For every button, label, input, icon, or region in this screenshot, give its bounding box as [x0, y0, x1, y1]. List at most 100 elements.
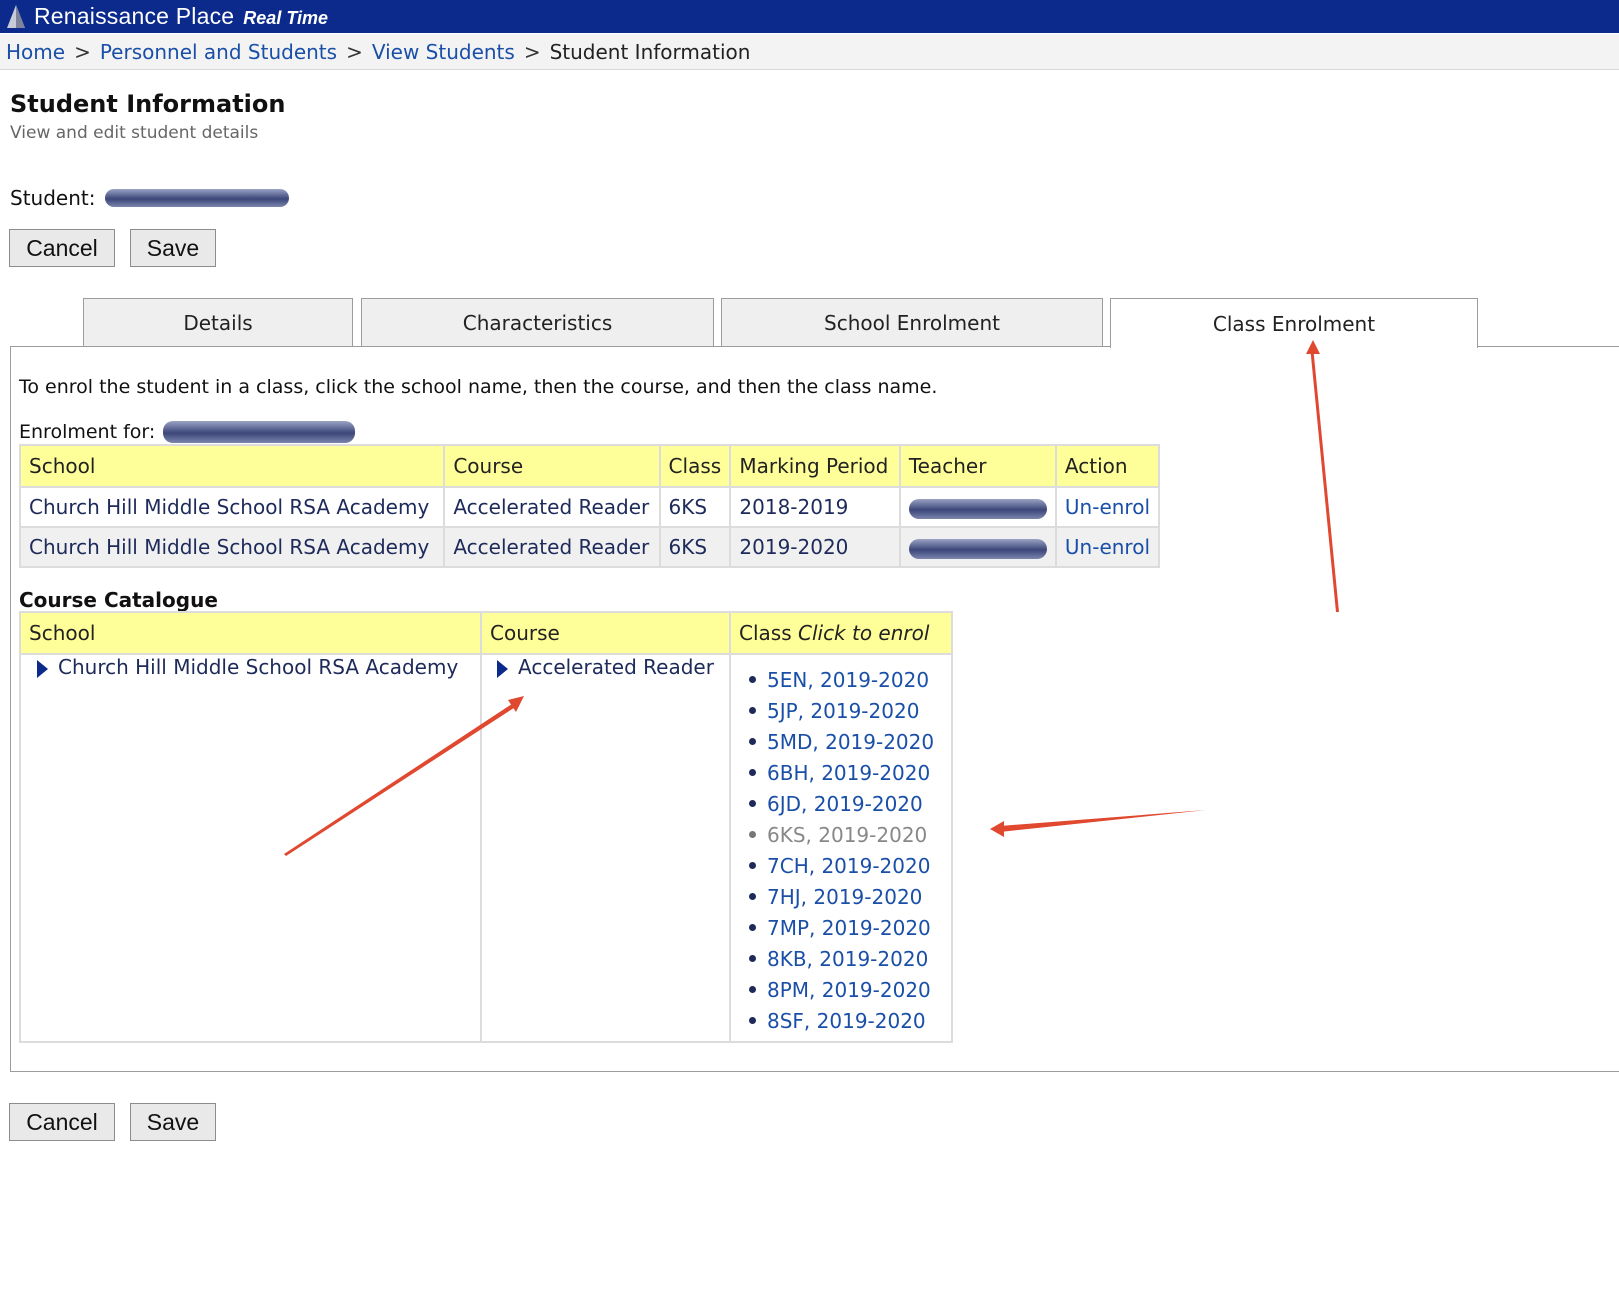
- class-enrol-link[interactable]: 8SF, 2019-2020: [767, 1009, 926, 1033]
- class-list-item[interactable]: 7MP, 2019-2020: [739, 912, 943, 943]
- bullet-icon: [749, 986, 756, 993]
- catalogue-class-cell: 5EN, 2019-2020 5JP, 2019-2020 5MD, 2019-20…: [729, 653, 953, 1043]
- breadcrumb-home[interactable]: Home: [6, 40, 65, 64]
- class-list: 5EN, 2019-2020 5JP, 2019-2020 5MD, 2019-20…: [739, 664, 943, 1036]
- bullet-icon: [749, 831, 756, 838]
- tab-characteristics[interactable]: Characteristics: [361, 298, 714, 347]
- breadcrumb-separator: >: [346, 39, 363, 64]
- renaissance-logo-icon: [7, 4, 25, 28]
- class-enrol-link[interactable]: 8KB, 2019-2020: [767, 947, 928, 971]
- cell-teacher: [898, 486, 1057, 528]
- cell-course: Accelerated Reader: [443, 526, 661, 568]
- breadcrumb-view-students[interactable]: View Students: [372, 40, 515, 64]
- redacted-teacher-name: [908, 498, 1047, 519]
- page-title: Student Information: [10, 90, 286, 118]
- class-enrol-link[interactable]: 7CH, 2019-2020: [767, 854, 930, 878]
- cell-class: 6KS: [658, 486, 732, 528]
- class-list-item[interactable]: 6JD, 2019-2020: [739, 788, 943, 819]
- class-enrol-link[interactable]: 6JD, 2019-2020: [767, 792, 923, 816]
- cancel-button[interactable]: Cancel: [9, 1103, 115, 1141]
- bullet-icon: [749, 707, 756, 714]
- cell-marking-period: 2018-2019: [729, 486, 901, 528]
- class-enrol-link[interactable]: 5JP, 2019-2020: [767, 699, 919, 723]
- class-list-item[interactable]: 8KB, 2019-2020: [739, 943, 943, 974]
- column-header-school: School: [19, 611, 482, 655]
- bullet-icon: [749, 800, 756, 807]
- unenrol-link[interactable]: Un-enrol: [1065, 495, 1150, 519]
- cell-marking-period: 2019-2020: [729, 526, 901, 568]
- breadcrumb-personnel-and-students[interactable]: Personnel and Students: [100, 40, 337, 64]
- table-row: Church Hill Middle School RSA Academy Ac…: [18, 486, 1161, 528]
- page-subtitle: View and edit student details: [10, 123, 259, 143]
- bullet-icon: [749, 862, 756, 869]
- course-catalogue-title: Course Catalogue: [19, 588, 218, 612]
- app-header: Renaissance Place Real Time: [0, 0, 1619, 33]
- bullet-icon: [749, 893, 756, 900]
- class-list-item[interactable]: 5MD, 2019-2020: [739, 726, 943, 757]
- table-header-row: School Course Class Click to enrol: [19, 611, 953, 655]
- column-header-school: School: [18, 444, 446, 488]
- column-header-action: Action: [1054, 444, 1161, 488]
- student-line: Student:: [10, 186, 290, 210]
- expand-triangle-icon[interactable]: [37, 659, 48, 678]
- catalogue-course-cell: Accelerated Reader: [480, 653, 731, 1043]
- class-list-item[interactable]: 8PM, 2019-2020: [739, 974, 943, 1005]
- redacted-teacher-name: [908, 538, 1047, 559]
- save-button[interactable]: Save: [130, 1103, 216, 1141]
- class-enrol-link[interactable]: 8PM, 2019-2020: [767, 978, 931, 1002]
- table-header-row: School Course Class Marking Period Teach…: [18, 444, 1161, 488]
- save-button[interactable]: Save: [130, 229, 216, 267]
- class-enrol-link[interactable]: 7HJ, 2019-2020: [767, 885, 922, 909]
- cell-school: Church Hill Middle School RSA Academy: [18, 526, 446, 568]
- cell-course: Accelerated Reader: [443, 486, 661, 528]
- cell-action: Un-enrol: [1054, 486, 1161, 528]
- class-list-item[interactable]: 8SF, 2019-2020: [739, 1005, 943, 1036]
- column-header-course: Course: [480, 611, 731, 655]
- tab-class-enrolment[interactable]: Class Enrolment: [1110, 298, 1478, 348]
- cell-school: Church Hill Middle School RSA Academy: [18, 486, 446, 528]
- cancel-button[interactable]: Cancel: [9, 229, 115, 267]
- catalogue-school-cell: Church Hill Middle School RSA Academy: [19, 653, 482, 1043]
- class-list-item[interactable]: 5JP, 2019-2020: [739, 695, 943, 726]
- class-enrol-link[interactable]: 5MD, 2019-2020: [767, 730, 934, 754]
- column-header-teacher: Teacher: [898, 444, 1057, 488]
- tab-details[interactable]: Details: [83, 298, 353, 347]
- class-header-hint: Click to enrol: [797, 621, 930, 645]
- bullet-icon: [749, 924, 756, 931]
- bullet-icon: [749, 738, 756, 745]
- class-enrol-link[interactable]: 7MP, 2019-2020: [767, 916, 931, 940]
- class-enrol-link[interactable]: 6BH, 2019-2020: [767, 761, 930, 785]
- column-header-marking-period: Marking Period: [729, 444, 901, 488]
- redacted-student-name: [105, 189, 290, 207]
- unenrol-link[interactable]: Un-enrol: [1065, 535, 1150, 559]
- expand-triangle-icon[interactable]: [497, 659, 508, 678]
- tab-school-enrolment[interactable]: School Enrolment: [721, 298, 1103, 347]
- column-header-class: Class Click to enrol: [729, 611, 953, 655]
- breadcrumb-separator: >: [523, 39, 541, 64]
- column-header-class: Class: [658, 444, 732, 488]
- bullet-icon: [749, 1017, 756, 1024]
- class-enrol-link[interactable]: 6KS, 2019-2020: [767, 823, 927, 847]
- student-label: Student:: [10, 186, 96, 210]
- table-row: Church Hill Middle School RSA Academy Ac…: [18, 526, 1161, 568]
- catalogue-school-link[interactable]: Church Hill Middle School RSA Academy: [58, 655, 458, 679]
- class-list-item[interactable]: 7CH, 2019-2020: [739, 850, 943, 881]
- class-list-item[interactable]: 6BH, 2019-2020: [739, 757, 943, 788]
- enrolment-table: School Course Class Marking Period Teach…: [18, 444, 1161, 568]
- course-catalogue-table: School Course Class Click to enrol Churc…: [19, 611, 953, 1043]
- class-enrol-link[interactable]: 5EN, 2019-2020: [767, 668, 929, 692]
- bullet-icon: [749, 769, 756, 776]
- catalogue-row: Church Hill Middle School RSA Academy Ac…: [19, 653, 953, 1043]
- bullet-icon: [749, 676, 756, 683]
- breadcrumb-current: Student Information: [549, 39, 751, 64]
- class-list-item[interactable]: 7HJ, 2019-2020: [739, 881, 943, 912]
- app-subtitle: Real Time: [243, 7, 329, 28]
- breadcrumb-separator: >: [74, 39, 91, 64]
- cell-action: Un-enrol: [1054, 526, 1161, 568]
- catalogue-course-link[interactable]: Accelerated Reader: [518, 655, 714, 679]
- cell-teacher: [898, 526, 1057, 568]
- class-list-item[interactable]: 5EN, 2019-2020: [739, 664, 943, 695]
- class-list-item[interactable]: 6KS, 2019-2020: [739, 819, 943, 850]
- cell-class: 6KS: [658, 526, 732, 568]
- enrolment-for-label: Enrolment for:: [19, 421, 156, 443]
